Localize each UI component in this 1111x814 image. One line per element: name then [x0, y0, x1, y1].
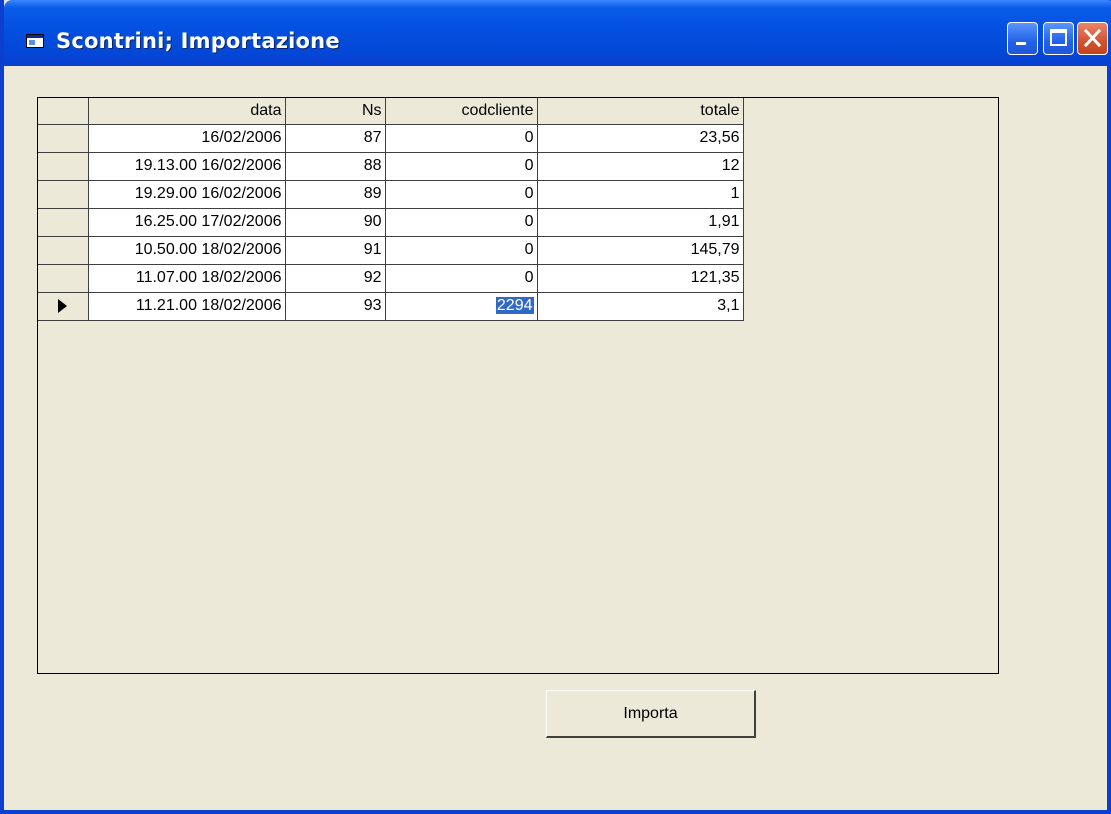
cell-codcliente[interactable]: 0: [385, 180, 538, 209]
column-header-data[interactable]: data: [88, 98, 286, 125]
data-grid[interactable]: data Ns codcliente totale 16/02/2006 87 …: [37, 97, 999, 674]
cell-data[interactable]: 16/02/2006: [88, 124, 286, 153]
table-row: 18/02/2006 11.07.00 92 0 121,35: [38, 264, 744, 293]
row-pointer-icon: [58, 298, 68, 313]
cell-codcliente[interactable]: 0: [385, 264, 538, 293]
grid-table: data Ns codcliente totale 16/02/2006 87 …: [38, 98, 744, 321]
title-bar[interactable]: Scontrini; Importazione: [4, 0, 1111, 66]
cell-ns[interactable]: 89: [285, 180, 386, 209]
table-row-current: 18/02/2006 11.21.00 93 2294 3,1: [38, 292, 744, 321]
cell-data[interactable]: 18/02/2006 11.21.00: [88, 292, 286, 321]
cell-codcliente-editing[interactable]: 2294: [385, 292, 538, 321]
cell-totale[interactable]: 121,35: [537, 264, 744, 293]
cell-codcliente[interactable]: 0: [385, 236, 538, 265]
cell-totale[interactable]: 23,56: [537, 124, 744, 153]
row-selector[interactable]: [38, 180, 89, 209]
grid-corner-cell[interactable]: [38, 98, 89, 125]
row-selector[interactable]: [38, 152, 89, 181]
cell-codcliente[interactable]: 0: [385, 124, 538, 153]
table-row: 16/02/2006 19.13.00 88 0 12: [38, 152, 744, 181]
cell-data[interactable]: 18/02/2006 10.50.00: [88, 236, 286, 265]
table-row: 16/02/2006 87 0 23,56: [38, 124, 744, 153]
table-row: 17/02/2006 16.25.00 90 0 1,91: [38, 208, 744, 237]
minimize-icon: [1016, 42, 1026, 45]
cell-totale[interactable]: 1: [537, 180, 744, 209]
cell-codcliente[interactable]: 0: [385, 152, 538, 181]
column-header-codcliente[interactable]: codcliente: [385, 98, 538, 125]
row-selector[interactable]: [38, 124, 89, 153]
cell-totale[interactable]: 12: [537, 152, 744, 181]
table-row: 16/02/2006 19.29.00 89 0 1: [38, 180, 744, 209]
row-selector[interactable]: [38, 236, 89, 265]
grid-header-row: data Ns codcliente totale: [38, 98, 744, 125]
row-selector-current[interactable]: [38, 292, 89, 321]
cell-data[interactable]: 17/02/2006 16.25.00: [88, 208, 286, 237]
cell-ns[interactable]: 88: [285, 152, 386, 181]
minimize-button[interactable]: [1007, 22, 1038, 55]
close-button[interactable]: [1077, 22, 1108, 55]
row-selector[interactable]: [38, 264, 89, 293]
maximize-icon: [1050, 29, 1067, 46]
app-window: Scontrini; Importazione data Ns codclien…: [0, 0, 1111, 814]
cell-codcliente[interactable]: 0: [385, 208, 538, 237]
maximize-button[interactable]: [1043, 22, 1074, 55]
cell-ns[interactable]: 92: [285, 264, 386, 293]
import-button[interactable]: Importa: [546, 690, 756, 738]
cell-ns[interactable]: 87: [285, 124, 386, 153]
cell-ns[interactable]: 90: [285, 208, 386, 237]
row-selector[interactable]: [38, 208, 89, 237]
table-row: 18/02/2006 10.50.00 91 0 145,79: [38, 236, 744, 265]
cell-ns[interactable]: 93: [285, 292, 386, 321]
cell-data[interactable]: 16/02/2006 19.29.00: [88, 180, 286, 209]
selected-text[interactable]: 2294: [495, 297, 534, 314]
cell-totale[interactable]: 3,1: [537, 292, 744, 321]
window-app-icon: [26, 34, 44, 48]
column-header-ns[interactable]: Ns: [285, 98, 386, 125]
cell-totale[interactable]: 145,79: [537, 236, 744, 265]
close-icon: [1083, 28, 1102, 48]
column-header-totale[interactable]: totale: [537, 98, 744, 125]
cell-ns[interactable]: 91: [285, 236, 386, 265]
window-title: Scontrini; Importazione: [56, 29, 340, 53]
cell-data[interactable]: 16/02/2006 19.13.00: [88, 152, 286, 181]
cell-totale[interactable]: 1,91: [537, 208, 744, 237]
cell-data[interactable]: 18/02/2006 11.07.00: [88, 264, 286, 293]
